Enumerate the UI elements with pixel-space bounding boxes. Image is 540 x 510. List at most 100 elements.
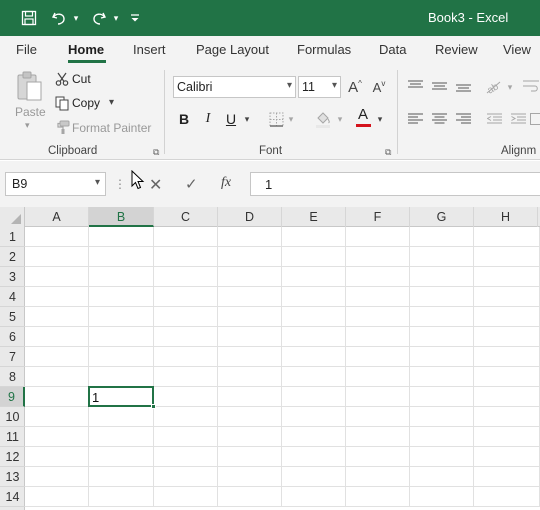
cell-g8[interactable] (410, 367, 474, 387)
row-header-5[interactable]: 5 (0, 307, 25, 327)
row-header-4[interactable]: 4 (0, 287, 25, 307)
cell-c11[interactable] (154, 427, 218, 447)
formula-input[interactable]: 1 (250, 172, 540, 196)
name-box[interactable]: B9 ▾ (5, 172, 106, 196)
cell-c8[interactable] (154, 367, 218, 387)
save-icon[interactable] (18, 6, 40, 30)
decrease-font-size-icon[interactable]: Av (369, 78, 389, 96)
name-box-dropdown-icon[interactable]: ▾ (95, 177, 100, 188)
cell-a11[interactable] (25, 427, 89, 447)
cell-b7[interactable] (89, 347, 154, 367)
wrap-text-icon[interactable] (522, 77, 540, 95)
cell-f7[interactable] (346, 347, 410, 367)
align-middle-icon[interactable] (430, 78, 448, 94)
cell-e13[interactable] (282, 467, 346, 487)
cell-h11[interactable] (474, 427, 540, 447)
formula-bar-grip-icon[interactable]: ⋮ (114, 175, 126, 193)
cell-c5[interactable] (154, 307, 218, 327)
cell-e11[interactable] (282, 427, 346, 447)
cell-g6[interactable] (410, 327, 474, 347)
tab-file[interactable]: File (16, 42, 37, 57)
scissors-icon[interactable] (54, 71, 70, 87)
column-header-b[interactable]: B (89, 207, 154, 227)
row-header-1[interactable]: 1 (0, 227, 25, 247)
row-header-6[interactable]: 6 (0, 327, 25, 347)
cell-b14[interactable] (89, 487, 154, 507)
cell-e6[interactable] (282, 327, 346, 347)
column-header-c[interactable]: C (154, 207, 218, 227)
column-header-f[interactable]: F (346, 207, 410, 227)
cell-h10[interactable] (474, 407, 540, 427)
cell-c7[interactable] (154, 347, 218, 367)
cell-e1[interactable] (282, 227, 346, 247)
cell-g10[interactable] (410, 407, 474, 427)
cell-b9[interactable]: 1 (88, 386, 156, 409)
cell-b11[interactable] (89, 427, 154, 447)
cell-a10[interactable] (25, 407, 89, 427)
cell-a8[interactable] (25, 367, 89, 387)
cell-d14[interactable] (218, 487, 282, 507)
cell-b4[interactable] (89, 287, 154, 307)
cell-d7[interactable] (218, 347, 282, 367)
align-center-icon[interactable] (430, 111, 448, 127)
cell-h12[interactable] (474, 447, 540, 467)
cell-h7[interactable] (474, 347, 540, 367)
cell-g14[interactable] (410, 487, 474, 507)
cell-c13[interactable] (154, 467, 218, 487)
cell-g5[interactable] (410, 307, 474, 327)
cell-a1[interactable] (25, 227, 89, 247)
tab-insert[interactable]: Insert (133, 42, 166, 57)
cell-e8[interactable] (282, 367, 346, 387)
cell-b13[interactable] (89, 467, 154, 487)
font-size-dropdown-icon[interactable]: ▾ (332, 80, 337, 91)
cell-d2[interactable] (218, 247, 282, 267)
decrease-indent-icon[interactable] (485, 111, 503, 127)
row-header-7[interactable]: 7 (0, 347, 25, 367)
cell-g13[interactable] (410, 467, 474, 487)
cell-d5[interactable] (218, 307, 282, 327)
tab-home[interactable]: Home (68, 42, 104, 57)
paste-icon[interactable] (14, 70, 44, 102)
cell-f8[interactable] (346, 367, 410, 387)
row-header-13[interactable]: 13 (0, 467, 25, 487)
cell-b12[interactable] (89, 447, 154, 467)
cell-f2[interactable] (346, 247, 410, 267)
cell-f13[interactable] (346, 467, 410, 487)
cell-g9[interactable] (410, 387, 474, 407)
redo-dropdown-icon[interactable]: ▾ (110, 6, 122, 30)
cell-e3[interactable] (282, 267, 346, 287)
row-header-8[interactable]: 8 (0, 367, 25, 387)
fill-color-dropdown-icon[interactable]: ▾ (335, 111, 345, 127)
cell-a6[interactable] (25, 327, 89, 347)
cell-b1[interactable] (89, 227, 154, 247)
cell-b10[interactable] (89, 407, 154, 427)
increase-indent-icon[interactable] (509, 111, 527, 127)
cell-c2[interactable] (154, 247, 218, 267)
increase-font-size-icon[interactable]: A ^ (345, 78, 365, 96)
cell-h4[interactable] (474, 287, 540, 307)
cell-f11[interactable] (346, 427, 410, 447)
fill-handle[interactable] (151, 404, 156, 409)
cell-d10[interactable] (218, 407, 282, 427)
cell-f6[interactable] (346, 327, 410, 347)
row-header-3[interactable]: 3 (0, 267, 25, 287)
bold-icon[interactable]: B (177, 110, 191, 128)
cell-a3[interactable] (25, 267, 89, 287)
clipboard-launcher-icon[interactable]: ⧉ (153, 147, 159, 158)
cell-d8[interactable] (218, 367, 282, 387)
column-header-h[interactable]: H (474, 207, 538, 227)
undo-dropdown-icon[interactable]: ▾ (70, 6, 82, 30)
format-painter-button[interactable]: Format Painter (72, 121, 151, 135)
row-header-2[interactable]: 2 (0, 247, 25, 267)
copy-button[interactable]: Copy (72, 96, 100, 110)
cut-button[interactable]: Cut (72, 72, 91, 86)
font-name-dropdown-icon[interactable]: ▾ (287, 80, 292, 91)
cell-f10[interactable] (346, 407, 410, 427)
tab-view[interactable]: View (503, 42, 531, 57)
undo-icon[interactable] (48, 6, 70, 30)
cell-h9[interactable] (474, 387, 540, 407)
align-left-icon[interactable] (406, 111, 424, 127)
column-header-e[interactable]: E (282, 207, 346, 227)
column-header-g[interactable]: G (410, 207, 474, 227)
cell-h13[interactable] (474, 467, 540, 487)
